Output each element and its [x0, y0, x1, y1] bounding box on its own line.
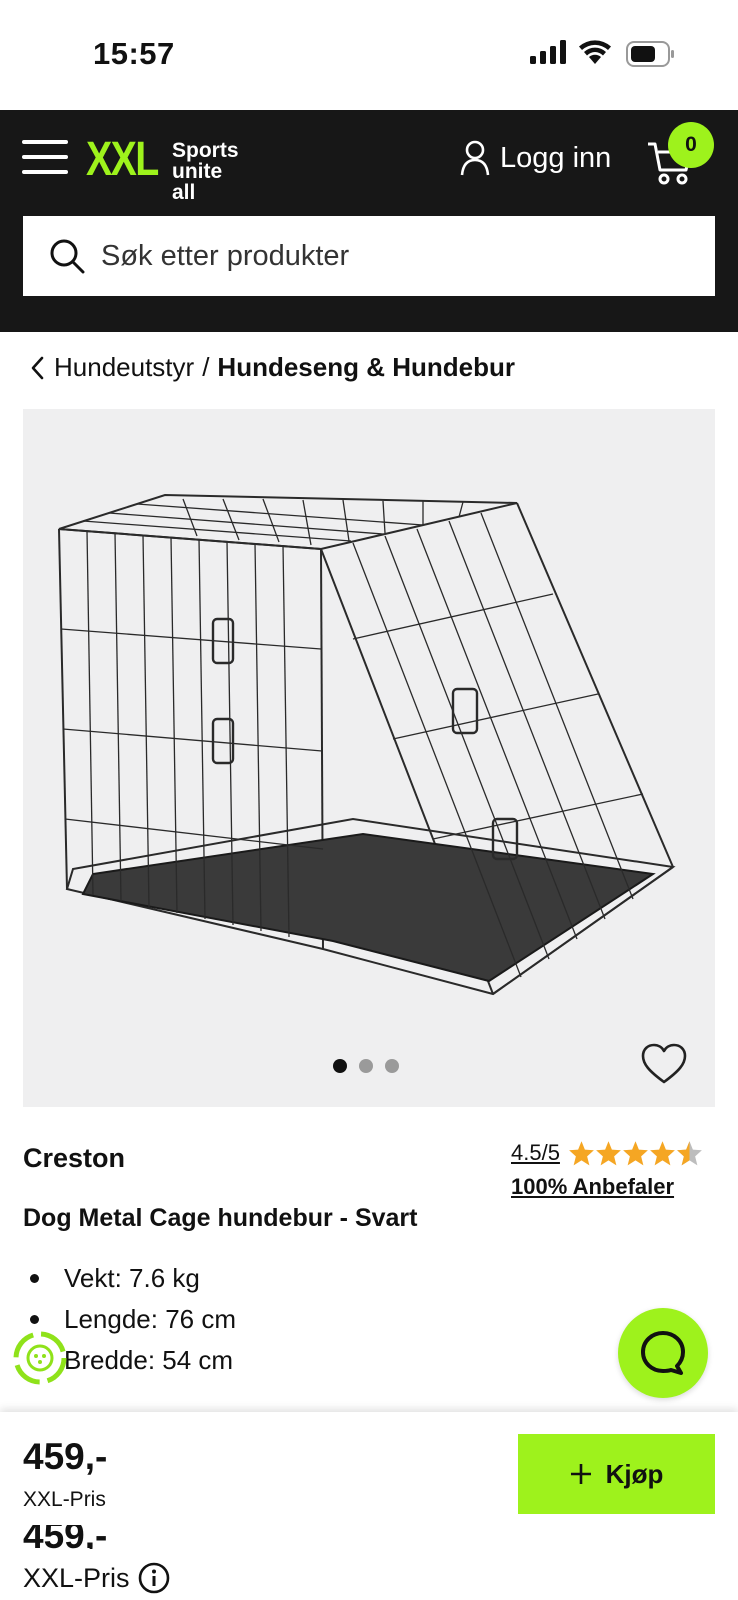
- logo-tagline-line2: unite all: [172, 160, 223, 204]
- rating-score: 4.5/5: [511, 1140, 560, 1165]
- product-price: 459,-: [23, 1436, 108, 1477]
- spec-item: Vekt: 7.6 kg: [23, 1258, 236, 1299]
- logo-tagline-line1: Sports: [172, 139, 239, 162]
- star-half-icon: [677, 1141, 702, 1166]
- gallery-dot[interactable]: [385, 1059, 399, 1073]
- recycle-icon[interactable]: [12, 1330, 68, 1386]
- price-label: XXL-Pris: [23, 1488, 106, 1511]
- star-icon: [650, 1141, 675, 1166]
- search-bar[interactable]: [23, 216, 715, 296]
- battery-icon: [626, 41, 674, 67]
- breadcrumb: Hundeutstyr / Hundeseng & Hundebur: [30, 352, 515, 383]
- product-brand[interactable]: Creston: [23, 1143, 125, 1174]
- info-icon[interactable]: [138, 1562, 170, 1594]
- site-header: XXL Sports unite all Logg inn 0: [0, 110, 738, 332]
- chat-button[interactable]: [618, 1308, 708, 1398]
- logo-wordmark: XXL: [86, 132, 159, 186]
- buy-bar: 459,- XXL-Pris 459,- XXL-Pris Kjøp: [0, 1412, 738, 1600]
- star-icon: [623, 1141, 648, 1166]
- chat-icon: [641, 1331, 685, 1375]
- buy-button-label: Kjøp: [605, 1458, 664, 1489]
- breadcrumb-current[interactable]: Hundeseng & Hundebur: [217, 352, 515, 383]
- product-title: Dog Metal Cage hundebur - Svart: [23, 1204, 418, 1232]
- menu-icon-bar: [22, 170, 68, 174]
- product-image: [58, 493, 676, 996]
- gallery-dot[interactable]: [333, 1059, 347, 1073]
- status-time: 15:57: [93, 36, 175, 71]
- recommend-link[interactable]: 100% Anbefaler: [511, 1174, 674, 1200]
- product-rating[interactable]: 4.5/5: [511, 1140, 703, 1166]
- menu-icon-bar: [22, 155, 68, 159]
- buy-button[interactable]: Kjøp: [518, 1434, 715, 1514]
- xxl-logo[interactable]: XXL Sports unite all: [86, 132, 239, 204]
- status-bar: 15:57: [0, 0, 738, 110]
- logo-tagline: Sports unite all: [172, 140, 239, 203]
- star-icon: [596, 1141, 621, 1166]
- cart-count-badge: 0: [668, 122, 714, 168]
- login-label: Logg inn: [500, 141, 612, 174]
- chevron-left-icon[interactable]: [30, 356, 44, 380]
- search-icon: [50, 239, 85, 274]
- price-label-repeat: XXL-Pris: [23, 1562, 170, 1594]
- user-icon: [460, 140, 490, 176]
- search-input[interactable]: [99, 238, 663, 274]
- plus-icon: [570, 1464, 591, 1484]
- breadcrumb-separator: /: [202, 352, 210, 382]
- heart-icon[interactable]: [641, 1043, 687, 1085]
- gallery-pagination: [333, 1059, 399, 1073]
- product-price-repeat: 459,-: [23, 1525, 107, 1549]
- star-icon: [569, 1141, 594, 1166]
- price-label-repeat-text: XXL-Pris: [23, 1562, 130, 1593]
- login-button[interactable]: Logg inn: [460, 140, 611, 176]
- menu-icon-bar: [22, 140, 68, 144]
- product-price-repeat-text: 459,-: [23, 1525, 108, 1549]
- rating-stars: [568, 1140, 703, 1166]
- wifi-icon: [579, 40, 611, 64]
- gallery-dot[interactable]: [359, 1059, 373, 1073]
- cellular-signal-icon: [530, 40, 566, 64]
- breadcrumb-parent-link[interactable]: Hundeutstyr: [54, 352, 194, 383]
- menu-button[interactable]: [22, 140, 68, 176]
- product-image-gallery[interactable]: [23, 409, 715, 1107]
